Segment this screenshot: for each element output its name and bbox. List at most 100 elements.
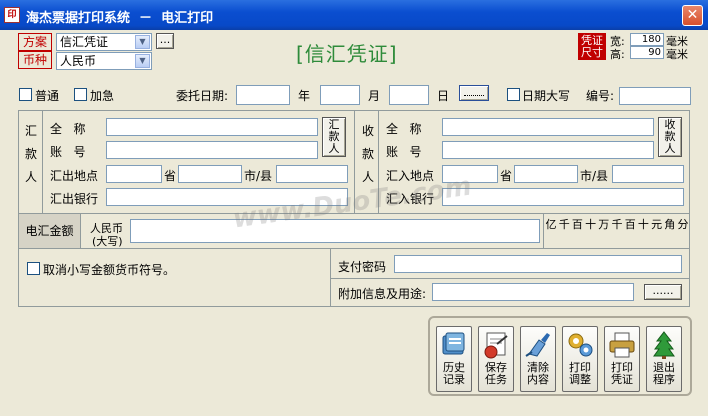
toolbar-label-line2: 内容 <box>527 373 549 386</box>
digit-label: 千 <box>558 218 570 231</box>
toolbar-button-history[interactable]: 历史 记录 <box>436 326 472 392</box>
remitter-pick-button[interactable]: 汇 款 人 <box>322 117 346 157</box>
remitter-bank-label: 汇出银行 <box>50 192 99 206</box>
pay-password-input[interactable] <box>394 255 682 273</box>
date-upper-checkbox[interactable] <box>507 88 520 101</box>
extra-info-browse-button[interactable]: ...... <box>644 284 682 300</box>
extra-info-input[interactable] <box>432 283 634 301</box>
remitter-county-input[interactable] <box>276 165 348 183</box>
toolbar-button-save-task[interactable]: 保存 任务 <box>478 326 514 392</box>
date-picker-button[interactable] <box>459 85 489 101</box>
window-title: 海杰票据打印系统 － 电汇打印 <box>26 11 214 26</box>
toolbar-label-line2: 程序 <box>653 373 675 386</box>
remitter-account-label: 账 号 <box>50 145 86 159</box>
toolbar-label-line2: 凭证 <box>611 373 633 386</box>
normal-checkbox[interactable] <box>19 88 32 101</box>
year-input[interactable] <box>236 85 290 105</box>
digit-label: 百 <box>571 218 583 231</box>
chevron-down-icon[interactable]: ▼ <box>135 54 150 68</box>
normal-label: 普通 <box>35 89 60 103</box>
size-label: 凭证 尺寸 <box>578 33 606 60</box>
toolbar-button-clear[interactable]: 清除 内容 <box>520 326 556 392</box>
currency-select[interactable]: 人民币 ▼ <box>56 52 152 70</box>
payee-province-label: 省 <box>500 169 513 183</box>
currency-label: 币种 <box>18 51 52 69</box>
date-upper-label: 日期大写 <box>522 89 571 103</box>
payee-name-input[interactable] <box>442 118 654 136</box>
remitter-name-input[interactable] <box>106 118 318 136</box>
scheme-value: 信汇凭证 <box>60 35 109 49</box>
toolbar-button-exit-tree[interactable]: 退出 程序 <box>646 326 682 392</box>
payee-side-2: 款 <box>362 147 375 161</box>
payee-county-input[interactable] <box>612 165 684 183</box>
extra-info-label: 附加信息及用途: <box>338 287 427 301</box>
digit-label: 角 <box>664 218 676 231</box>
digit-label: 元 <box>651 218 663 231</box>
day-input[interactable] <box>389 85 429 105</box>
payee-city-label: 市/县 <box>580 169 609 183</box>
urgent-checkbox[interactable] <box>74 88 87 101</box>
day-label: 日 <box>437 89 450 103</box>
payee-account-label: 账 号 <box>386 145 422 159</box>
number-label: 编号: <box>586 89 615 103</box>
toolbar-button-print-adjust[interactable]: 打印 调整 <box>562 326 598 392</box>
close-button[interactable]: ✕ <box>682 5 703 26</box>
toolbar: 历史 记录 保存 任务 清除 内容 打印 调整 打印 凭证 退出 程序 <box>428 316 692 396</box>
remitter-province-label: 省 <box>164 169 177 183</box>
pay-password-label: 支付密码 <box>338 260 387 274</box>
digit-label: 十 <box>637 218 649 231</box>
scheme-select[interactable]: 信汇凭证 ▼ <box>56 33 152 51</box>
remitter-side-3: 人 <box>25 170 38 184</box>
scheme-browse-button[interactable]: ... <box>156 33 174 49</box>
month-label: 月 <box>368 89 381 103</box>
payee-side-3: 人 <box>362 170 375 184</box>
title-bar: 印 海杰票据打印系统 － 电汇打印 ✕ <box>0 0 708 30</box>
payee-name-label: 全 称 <box>386 122 422 136</box>
height-input[interactable]: 90 <box>630 46 664 59</box>
printer-icon <box>605 330 639 360</box>
month-input[interactable] <box>320 85 360 105</box>
scheme-label: 方案 <box>18 33 52 51</box>
rmb-upper-label: (大写) <box>92 235 123 248</box>
save-task-icon <box>479 330 513 360</box>
height-label: 高: <box>610 48 625 61</box>
number-input[interactable] <box>619 87 691 105</box>
width-input[interactable]: 180 <box>630 33 664 46</box>
payee-side-1: 收 <box>362 124 375 138</box>
remitter-location-label: 汇出地点 <box>50 169 99 183</box>
digit-label: 亿 <box>545 218 557 231</box>
payee-pick-button[interactable]: 收 款 人 <box>658 117 682 157</box>
payee-city-input[interactable] <box>514 165 578 183</box>
remitter-side-1: 汇 <box>25 124 38 138</box>
remitter-name-label: 全 称 <box>50 122 86 136</box>
toolbar-label-line2: 任务 <box>485 373 507 386</box>
currency-value: 人民币 <box>60 54 97 68</box>
height-unit: 毫米 <box>666 48 688 61</box>
remitter-account-input[interactable] <box>106 141 318 159</box>
app-icon: 印 <box>4 7 20 23</box>
digit-label: 万 <box>598 218 610 231</box>
print-adjust-icon <box>563 330 597 360</box>
amount-upper-input[interactable] <box>130 219 540 243</box>
year-label: 年 <box>298 89 311 103</box>
divider <box>330 278 690 279</box>
cancel-symbol-checkbox[interactable] <box>27 262 40 275</box>
toolbar-button-printer[interactable]: 打印 凭证 <box>604 326 640 392</box>
remitter-city-input[interactable] <box>178 165 242 183</box>
remitter-city-label: 市/县 <box>244 169 273 183</box>
urgent-label: 加急 <box>90 89 115 103</box>
digit-label: 千 <box>611 218 623 231</box>
digit-label: 分 <box>677 218 689 231</box>
toolbar-label-line2: 记录 <box>443 373 465 386</box>
toolbar-label-line2: 调整 <box>569 373 591 386</box>
date-label: 委托日期: <box>176 89 229 103</box>
clear-icon <box>521 330 555 360</box>
payee-account-input[interactable] <box>442 141 654 159</box>
chevron-down-icon[interactable]: ▼ <box>135 35 150 49</box>
digit-label: 百 <box>624 218 636 231</box>
exit-tree-icon <box>647 330 681 360</box>
payee-bank-input[interactable] <box>442 188 684 206</box>
amount-label: 电汇金额 <box>19 214 81 248</box>
remitter-province-input[interactable] <box>106 165 162 183</box>
digit-label: 十 <box>585 218 597 231</box>
